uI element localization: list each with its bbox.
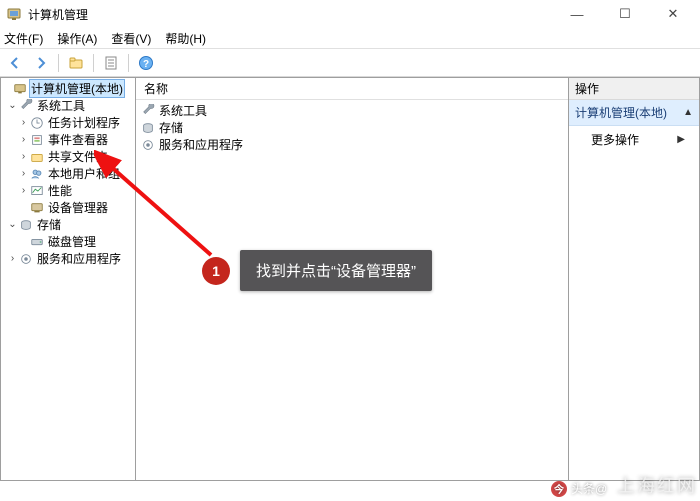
tree-pane: 计算机管理(本地) ⌄ 系统工具 › 任务计划程序 › 事件查看器 › 共享文件 xyxy=(0,77,135,481)
window-buttons: — ☐ ✕ xyxy=(562,3,694,25)
tree-label: 设备管理器 xyxy=(46,199,110,216)
actions-section-label: 计算机管理(本地) xyxy=(575,104,667,121)
actions-more-label: 更多操作 xyxy=(591,131,639,148)
expand-icon[interactable]: › xyxy=(18,185,29,196)
tree: 计算机管理(本地) ⌄ 系统工具 › 任务计划程序 › 事件查看器 › 共享文件 xyxy=(1,78,135,269)
wrench-icon xyxy=(140,103,156,119)
expand-icon[interactable]: › xyxy=(18,168,29,179)
expand-icon[interactable]: › xyxy=(18,117,29,128)
menubar: 文件(F) 操作(A) 查看(V) 帮助(H) xyxy=(0,28,700,48)
actions-more[interactable]: 更多操作 ▶ xyxy=(569,126,699,153)
tree-device-manager[interactable]: 设备管理器 xyxy=(1,199,135,216)
actions-section[interactable]: 计算机管理(本地) ▲ xyxy=(569,100,699,126)
app-icon xyxy=(6,6,22,22)
tree-task-scheduler[interactable]: › 任务计划程序 xyxy=(1,114,135,131)
minimize-button[interactable]: — xyxy=(562,3,592,25)
list-header-name[interactable]: 名称 xyxy=(136,78,568,100)
expand-icon[interactable]: › xyxy=(18,134,29,145)
tree-label: 本地用户和组 xyxy=(46,165,122,182)
annotation-step-badge: 1 xyxy=(202,257,230,285)
expand-icon[interactable]: › xyxy=(7,253,18,264)
chevron-up-icon: ▲ xyxy=(683,107,693,118)
tree-event-viewer[interactable]: › 事件查看器 xyxy=(1,131,135,148)
svg-text:?: ? xyxy=(143,59,149,70)
tree-shared-folders[interactable]: › 共享文件夹 xyxy=(1,148,135,165)
users-icon xyxy=(29,166,45,182)
tree-label: 磁盘管理 xyxy=(46,233,98,250)
tree-label: 存储 xyxy=(35,216,63,233)
expand-icon[interactable]: › xyxy=(18,151,29,162)
tree-disk-management[interactable]: 磁盘管理 xyxy=(1,233,135,250)
watermark-source: 今 头条@ xyxy=(551,480,607,497)
watermark-brand: 上海红网 xyxy=(617,472,697,498)
back-button[interactable] xyxy=(4,52,26,74)
services-icon xyxy=(140,137,156,153)
tree-label: 服务和应用程序 xyxy=(35,250,123,267)
maximize-button[interactable]: ☐ xyxy=(610,3,640,25)
tree-label: 计算机管理(本地) xyxy=(29,79,125,98)
collapse-icon[interactable]: ⌄ xyxy=(7,100,18,111)
services-icon xyxy=(18,251,34,267)
computer-icon xyxy=(12,81,28,97)
list-item-label: 服务和应用程序 xyxy=(159,136,243,153)
tree-label: 事件查看器 xyxy=(46,131,110,148)
tree-label: 性能 xyxy=(46,182,74,199)
menu-action[interactable]: 操作(A) xyxy=(57,30,97,47)
disk-icon xyxy=(29,234,45,250)
help-button[interactable]: ? xyxy=(135,52,157,74)
tree-storage[interactable]: ⌄ 存储 xyxy=(1,216,135,233)
list-item[interactable]: 系统工具 xyxy=(140,102,564,119)
list-item[interactable]: 服务和应用程序 xyxy=(140,136,564,153)
tree-local-users[interactable]: › 本地用户和组 xyxy=(1,165,135,182)
wrench-icon xyxy=(18,98,34,114)
list-body: 系统工具 存储 服务和应用程序 xyxy=(136,100,568,155)
up-button[interactable] xyxy=(65,52,87,74)
tree-label: 任务计划程序 xyxy=(46,114,122,131)
annotation-text: 找到并点击“设备管理器” xyxy=(240,250,432,291)
perf-icon xyxy=(29,183,45,199)
tree-label: 系统工具 xyxy=(35,97,87,114)
list-item[interactable]: 存储 xyxy=(140,119,564,136)
toutiao-logo-icon: 今 xyxy=(551,481,567,497)
menu-file[interactable]: 文件(F) xyxy=(4,30,43,47)
toolbar: ? xyxy=(0,49,700,77)
tree-performance[interactable]: › 性能 xyxy=(1,182,135,199)
forward-button[interactable] xyxy=(30,52,52,74)
window-title: 计算机管理 xyxy=(28,6,562,23)
actions-header: 操作 xyxy=(569,78,699,100)
actions-pane: 操作 计算机管理(本地) ▲ 更多操作 ▶ xyxy=(569,77,700,481)
menu-view[interactable]: 查看(V) xyxy=(111,30,151,47)
collapse-icon[interactable]: ⌄ xyxy=(7,219,18,230)
watermark-source-text: 头条@ xyxy=(571,480,607,497)
annotation-callout: 1 找到并点击“设备管理器” xyxy=(202,250,432,291)
list-item-label: 存储 xyxy=(159,119,183,136)
tree-services-apps[interactable]: › 服务和应用程序 xyxy=(1,250,135,267)
tree-root[interactable]: 计算机管理(本地) xyxy=(1,80,135,97)
menu-help[interactable]: 帮助(H) xyxy=(165,30,206,47)
event-icon xyxy=(29,132,45,148)
tree-label: 共享文件夹 xyxy=(46,148,110,165)
list-item-label: 系统工具 xyxy=(159,102,207,119)
storage-icon xyxy=(140,120,156,136)
folder-share-icon xyxy=(29,149,45,165)
properties-button[interactable] xyxy=(100,52,122,74)
storage-icon xyxy=(18,217,34,233)
clock-icon xyxy=(29,115,45,131)
close-button[interactable]: ✕ xyxy=(658,3,688,25)
tree-sys-tools[interactable]: ⌄ 系统工具 xyxy=(1,97,135,114)
device-icon xyxy=(29,200,45,216)
titlebar: 计算机管理 — ☐ ✕ xyxy=(0,0,700,28)
chevron-right-icon: ▶ xyxy=(677,134,685,145)
